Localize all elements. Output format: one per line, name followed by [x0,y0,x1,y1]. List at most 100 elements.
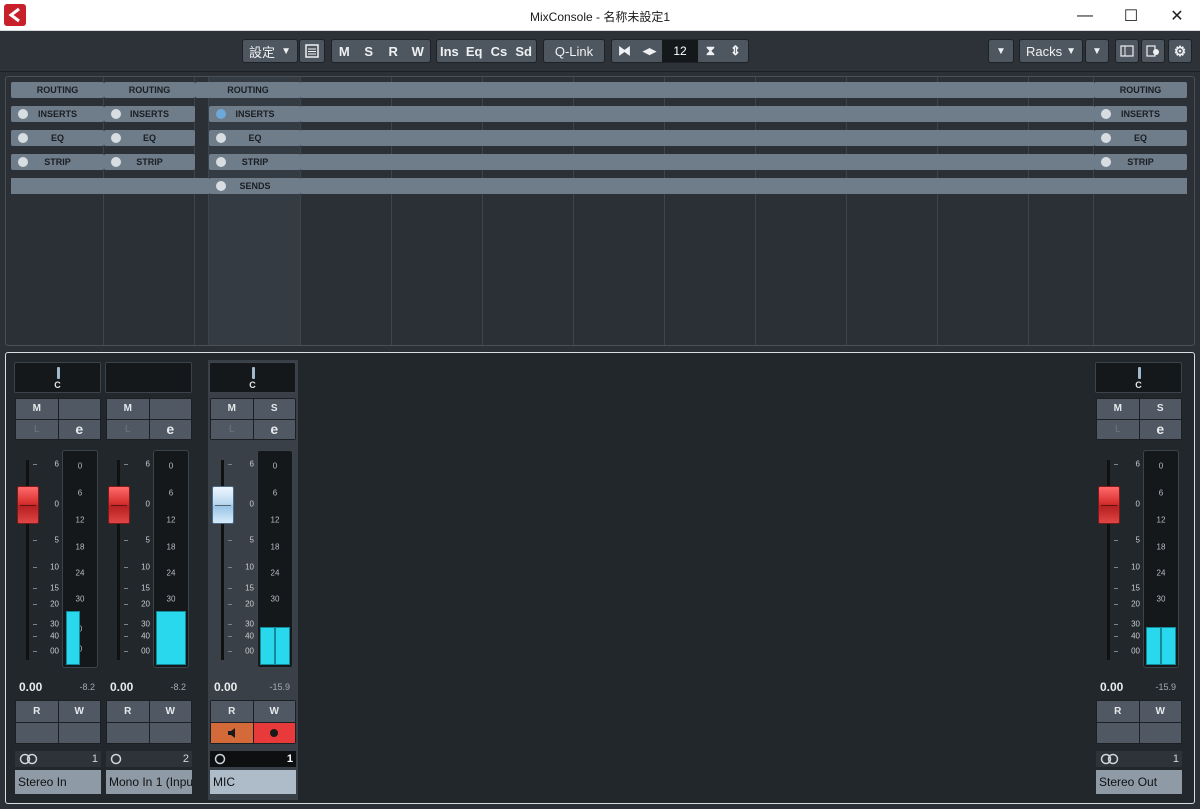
strip-rack-mic[interactable]: STRIP [209,154,301,170]
pan-control[interactable]: C [1095,362,1182,393]
eq-rack-mic[interactable]: EQ [209,130,301,146]
solo-button[interactable]: S [253,399,295,419]
rack-bypass-icon[interactable] [18,133,28,143]
channel-name[interactable]: Stereo In [15,770,101,794]
channel-name[interactable]: Mono In 1 (Inpu [106,770,192,794]
edit-channel-button[interactable]: e [253,419,295,439]
eq-toggle-button[interactable]: Eq [462,40,487,62]
racks-dropdown[interactable]: Racks ▼ [1019,39,1083,63]
inserts-rack-stereo-out[interactable]: INSERTS [1094,106,1187,122]
racks-options-button[interactable]: ▼ [1085,39,1109,63]
layout-settings-button[interactable] [1141,39,1165,63]
mute-button[interactable]: M [1097,399,1139,419]
listen-button[interactable]: L [16,419,58,439]
maximize-button[interactable]: ☐ [1108,0,1154,31]
inserts-rack-stereo-in[interactable]: INSERTS [11,106,104,122]
monitor-button[interactable] [211,722,253,743]
strip-rack-stereo-in[interactable]: STRIP [11,154,104,170]
wide-channels-icon[interactable]: ◂▸ [637,40,662,62]
solo-button[interactable]: S [1139,399,1181,419]
rack-bypass-icon[interactable] [18,109,28,119]
list-view-button[interactable] [299,39,325,63]
mute-all-button[interactable]: M [332,40,357,62]
cs-toggle-button[interactable]: Cs [487,40,512,62]
rack-bypass-icon[interactable] [216,181,226,191]
sd-toggle-button[interactable]: Sd [511,40,536,62]
rack-bypass-icon[interactable] [216,133,226,143]
listen-button[interactable]: L [107,419,149,439]
volume-value[interactable]: 0.00 [214,680,237,694]
solo-all-button[interactable]: S [357,40,382,62]
eq-rack-mono-in[interactable]: EQ [104,130,195,146]
read-automation-button[interactable]: R [107,701,149,722]
q-link-button[interactable]: Q-Link [543,39,605,63]
volume-fader[interactable] [212,486,234,524]
volume-fader[interactable] [108,486,130,524]
read-automation-button[interactable]: R [211,701,253,722]
edit-channel-button[interactable]: e [58,419,100,439]
write-automation-button[interactable]: W [149,701,191,722]
peak-value[interactable]: -8.2 [170,682,186,692]
rack-bypass-icon[interactable] [1101,157,1111,167]
up-down-arrows-icon[interactable]: ⇕ [723,40,748,62]
minimize-button[interactable]: — [1062,0,1108,31]
strip-rack-mono-in[interactable]: STRIP [104,154,195,170]
routing-rack-stereo-out[interactable]: ROUTING [1094,82,1187,98]
window-layout-button[interactable] [1115,39,1139,63]
rack-bypass-icon[interactable] [216,109,226,119]
gear-icon[interactable]: ⚙ [1168,39,1192,63]
read-all-button[interactable]: R [381,40,406,62]
narrow-channels-icon[interactable]: ⧓ [612,40,637,62]
write-automation-button[interactable]: W [253,701,295,722]
routing-rack-mic[interactable]: ROUTING [195,82,301,98]
volume-value[interactable]: 0.00 [19,680,42,694]
read-automation-button[interactable]: R [1097,701,1139,722]
solo-button[interactable] [58,399,100,419]
record-enable-button[interactable] [253,722,295,743]
volume-value[interactable]: 0.00 [1100,680,1123,694]
write-automation-button[interactable]: W [58,701,100,722]
routing-rack-stereo-in[interactable]: ROUTING [11,82,104,98]
rack-bypass-icon[interactable] [18,157,28,167]
ins-toggle-button[interactable]: Ins [437,40,462,62]
read-automation-button[interactable]: R [16,701,58,722]
listen-button[interactable]: L [211,419,253,439]
mute-button[interactable]: M [16,399,58,419]
pan-control[interactable]: C [14,362,101,393]
pan-control[interactable]: C [209,362,296,393]
channel-name[interactable]: Stereo Out [1096,770,1182,794]
rack-bypass-icon[interactable] [216,157,226,167]
peak-value[interactable]: -15.9 [1155,682,1176,692]
peak-value[interactable]: -8.2 [79,682,95,692]
write-automation-button[interactable]: W [1139,701,1181,722]
rack-bypass-icon[interactable] [111,133,121,143]
eq-rack-stereo-out[interactable]: EQ [1094,130,1187,146]
rack-bypass-icon[interactable] [111,109,121,119]
settings-dropdown[interactable]: 設定 ▼ [242,39,298,63]
hourglass-icon[interactable]: ⧗ [698,40,723,62]
inserts-rack-mono-in[interactable]: INSERTS [104,106,195,122]
rack-bypass-icon[interactable] [111,157,121,167]
peak-value[interactable]: -15.9 [269,682,290,692]
left-dropdown-button[interactable]: ▼ [988,39,1014,63]
inserts-rack-mic[interactable]: INSERTS [209,106,301,122]
routing-rack-mono-in[interactable]: ROUTING [104,82,195,98]
strip-rack-stereo-out[interactable]: STRIP [1094,154,1187,170]
write-all-button[interactable]: W [406,40,431,62]
channel-name[interactable]: MIC [210,770,296,794]
edit-channel-button[interactable]: e [149,419,191,439]
volume-value[interactable]: 0.00 [110,680,133,694]
channel-count-field[interactable]: 12 [662,40,698,62]
pan-control[interactable] [105,362,192,393]
edit-channel-button[interactable]: e [1139,419,1181,439]
sends-rack-mic[interactable]: SENDS [209,178,301,194]
rack-bypass-icon[interactable] [1101,109,1111,119]
mute-button[interactable]: M [107,399,149,419]
volume-fader[interactable] [17,486,39,524]
rack-bypass-icon[interactable] [1101,133,1111,143]
close-button[interactable]: ✕ [1154,0,1200,31]
eq-rack-stereo-in[interactable]: EQ [11,130,104,146]
solo-button[interactable] [149,399,191,419]
mute-button[interactable]: M [211,399,253,419]
listen-button[interactable]: L [1097,419,1139,439]
